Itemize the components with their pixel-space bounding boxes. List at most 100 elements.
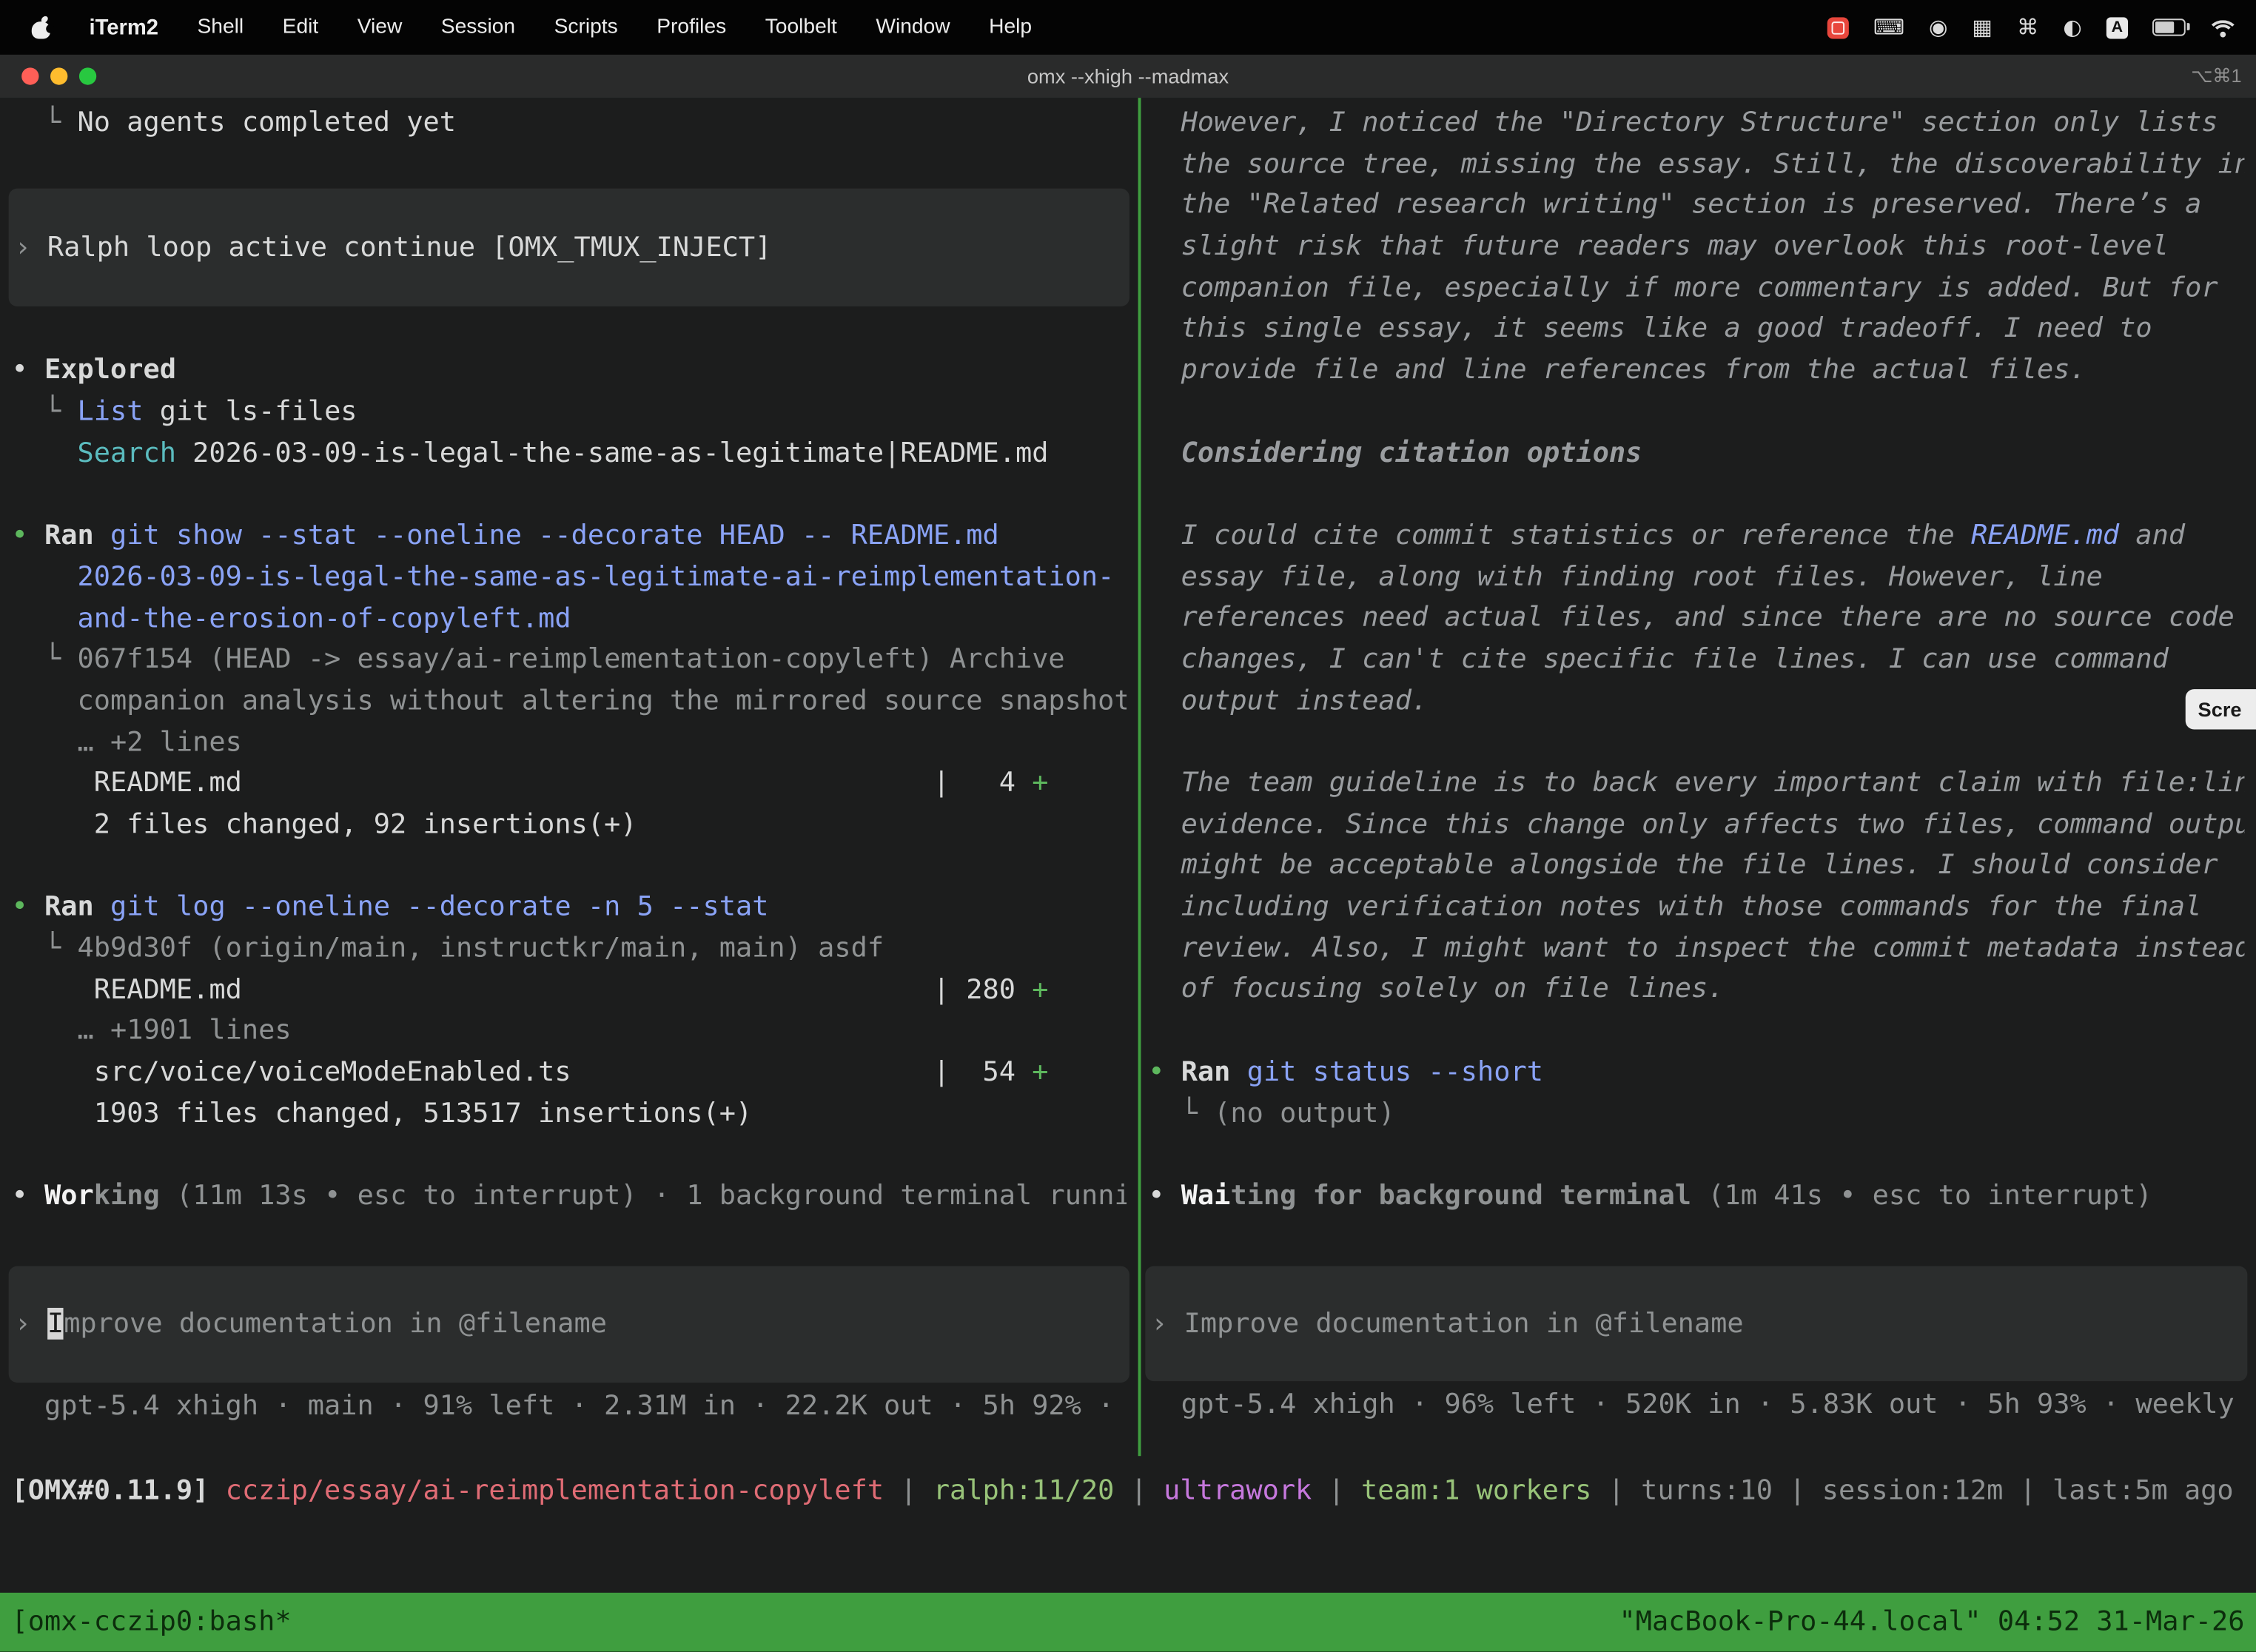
text-segment: I could cite commit statistics or refere… — [1148, 519, 1971, 551]
terminal-line: › Improve documentation in @filename — [14, 1303, 1124, 1345]
text-segment: companion analysis without altering the … — [12, 685, 1127, 716]
menu-app-name[interactable]: iTerm2 — [90, 15, 158, 39]
terminal-line: references need actual files, and since … — [1148, 597, 2244, 639]
menu-item-scripts[interactable]: Scripts — [554, 16, 618, 38]
keyboard-icon[interactable]: ⌨ — [1873, 16, 1904, 38]
text-segment — [1148, 395, 1164, 427]
terminal-line — [1148, 1134, 2244, 1175]
terminal-line: └ (no output) — [1148, 1092, 2244, 1134]
battery-icon[interactable] — [2152, 19, 2186, 36]
text-segment: [OMX#0.11.9] — [12, 1474, 226, 1506]
omx-status-line: [OMX#0.11.9] cczip/essay/ai-reimplementa… — [12, 1471, 2256, 1512]
text-segment: README.md — [12, 973, 242, 1005]
terminal-line: └ List git ls-files — [12, 392, 1127, 433]
prompt-input-right[interactable]: › Improve documentation in @filename — [1145, 1266, 2247, 1382]
text-segment: · 1 background terminal runni… — [637, 1180, 1127, 1212]
window-title-bar[interactable]: omx --xhigh --madmax ⌥⌘1 — [0, 55, 2256, 98]
wifi-icon[interactable] — [2210, 18, 2236, 36]
text-segment: Ran — [1181, 1055, 1231, 1087]
text-segment: | — [1114, 1474, 1164, 1506]
text-segment: | — [2003, 1474, 2052, 1506]
text-segment: Wor — [44, 1180, 94, 1212]
text-segment: Ralph loop active continue [OMX_TMUX_INJ… — [47, 231, 771, 263]
prompt-input-left[interactable]: › Improve documentation in @filename — [9, 1266, 1129, 1382]
text-segment — [1691, 1180, 1708, 1212]
menu-item-profiles[interactable]: Profiles — [657, 16, 726, 38]
terminal-line: I could cite commit statistics or refere… — [1148, 515, 2244, 557]
input-source-icon[interactable]: A — [2106, 16, 2128, 38]
tmux-session-name: [omx-cczip0:bash* — [12, 1602, 292, 1643]
text-segment: king — [94, 1180, 160, 1212]
menu-item-session[interactable]: Session — [441, 16, 515, 38]
menu-item-window[interactable]: Window — [876, 16, 950, 38]
text-segment: (1m 41s • esc to interrupt) — [1708, 1180, 2152, 1212]
zoom-button[interactable] — [79, 67, 96, 84]
text-segment — [1148, 478, 1164, 510]
text-segment: ultrawork — [1164, 1474, 1312, 1506]
terminal-line — [1148, 391, 2244, 432]
menu-item-toolbelt[interactable]: Toolbelt — [765, 16, 837, 38]
terminal-line — [12, 474, 1127, 515]
terminal-line: … +2 lines — [12, 722, 1127, 763]
text-segment — [571, 1056, 933, 1088]
text-segment: • — [12, 520, 44, 551]
screen-recording-icon[interactable] — [1827, 16, 1849, 38]
screen-overlay-tooltip[interactable]: Scre — [2185, 689, 2256, 729]
command-icon[interactable]: ⌘ — [2017, 16, 2038, 38]
terminal-line: README.md | 4 + — [12, 763, 1127, 805]
menu-item-view[interactable]: View — [357, 16, 403, 38]
terminal-line — [12, 845, 1127, 887]
text-segment: + — [1032, 973, 1048, 1005]
close-button[interactable] — [21, 67, 38, 84]
stats-icon[interactable]: ◐ — [2063, 16, 2081, 38]
text-segment: session:12m — [1822, 1474, 2004, 1506]
grid-icon[interactable]: ▦ — [1973, 16, 1993, 38]
terminal-line: gpt-5.4 xhigh · 96% left · 520K in · 5.8… — [1148, 1384, 2244, 1426]
spacer — [1148, 1217, 2244, 1266]
spacer — [12, 1217, 1127, 1266]
text-segment — [12, 1138, 28, 1170]
apple-menu-icon[interactable] — [32, 16, 50, 38]
text-segment: ting for background terminal — [1230, 1180, 1691, 1212]
terminal-line: Search 2026-03-09-is-legal-the-same-as-l… — [12, 433, 1127, 474]
terminal-line: • Explored — [12, 350, 1127, 392]
pane-divider[interactable] — [1138, 98, 1141, 1456]
text-segment: • — [1148, 1055, 1181, 1087]
text-segment: • — [12, 1180, 44, 1212]
terminal-line: the source tree, missing the essay. Stil… — [1148, 144, 2244, 185]
text-segment: However, I noticed the "Directory Struct… — [1148, 107, 2218, 138]
text-segment: references need actual files, and since … — [1148, 602, 2235, 634]
text-segment: provide file and line references from th… — [1148, 354, 2086, 386]
text-segment: › — [14, 231, 47, 263]
terminal-line: slight risk that future readers may over… — [1148, 226, 2244, 267]
text-segment: git show --stat --oneline --decorate HEA… — [110, 520, 999, 551]
terminal-line: Considering citation options — [1148, 432, 2244, 474]
menu-item-edit[interactable]: Edit — [283, 16, 319, 38]
text-segment: • — [12, 355, 44, 386]
minimize-button[interactable] — [50, 67, 67, 84]
safari-icon[interactable]: ◉ — [1929, 16, 1947, 38]
text-segment: I — [47, 1308, 64, 1340]
text-segment — [12, 437, 78, 469]
ralph-loop-banner[interactable]: › Ralph loop active continue [OMX_TMUX_I… — [9, 188, 1129, 307]
text-segment — [1230, 1055, 1246, 1087]
text-segment — [242, 768, 933, 799]
text-segment: git log --oneline --decorate -n 5 --stat — [110, 891, 768, 923]
menu-bar: iTerm2 Shell Edit View Session Scripts Profil… — [0, 0, 2256, 55]
terminal-line: • Ran git show --stat --oneline --decora… — [12, 515, 1127, 557]
text-segment: the "Related research writing" section i… — [1148, 189, 2201, 221]
tmux-host-time: "MacBook-Pro-44.local" 04:52 31-Mar-26 — [1619, 1602, 2244, 1643]
text-segment: › — [1151, 1307, 1184, 1339]
tmux-pane-right[interactable]: However, I noticed the "Directory Struct… — [1142, 98, 2256, 1456]
text-segment: | 4 — [933, 768, 1032, 799]
text-segment: including verification notes with those … — [1148, 890, 2201, 922]
text-segment: git ls-files — [143, 396, 357, 428]
text-segment: (11m 13s • esc to interrupt) — [176, 1180, 637, 1212]
menu-item-help[interactable]: Help — [989, 16, 1032, 38]
text-segment: | — [884, 1474, 933, 1506]
tmux-pane-left[interactable]: └ No agents completed yet› Ralph loop ac… — [0, 98, 1138, 1456]
text-segment: README.md — [12, 768, 242, 799]
text-segment: (no output) — [1214, 1097, 1395, 1129]
menu-item-shell[interactable]: Shell — [197, 16, 244, 38]
window-shortcut: ⌥⌘1 — [2191, 55, 2241, 98]
